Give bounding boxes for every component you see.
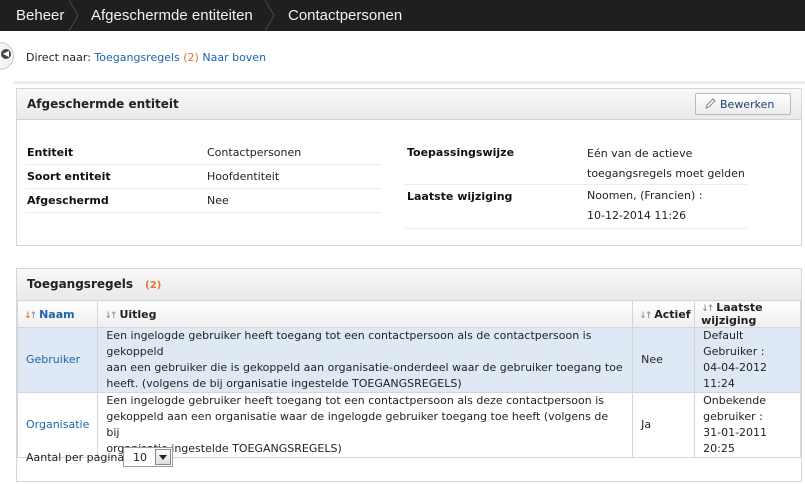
sidebar-toggle-button[interactable]: ◀ — [0, 42, 14, 70]
column-header-actief[interactable]: ↓↑ Actief — [632, 300, 696, 328]
rules-panel-count: (2) — [145, 280, 162, 291]
field-label-soort-entiteit: Soort entiteit — [27, 170, 111, 183]
breadcrumb-afgeschermde-entiteiten[interactable]: Afgeschermde entiteiten — [91, 0, 253, 31]
field-row-soort-entiteit: Soort entiteit Hoofdentiteit — [25, 165, 381, 189]
column-header-naam[interactable]: ↓↑ Naam — [16, 300, 99, 328]
dropdown-button[interactable] — [155, 449, 171, 465]
explanation-line: aan een gebruiker die is gekoppeld aan o… — [106, 361, 623, 374]
sort-arrows-icon: ↓↑ — [639, 310, 652, 321]
rule-link-gebruiker[interactable]: Gebruiker — [26, 353, 80, 366]
modified-line: 31-01-2011 20:25 — [703, 426, 768, 455]
modified-line: 04-04-2012 11:24 — [703, 361, 768, 390]
cell-actief: Nee — [632, 327, 696, 393]
direct-nav: Direct naar: Toegangsregels (2) Naar bov… — [26, 51, 266, 64]
field-row-laatste-wijziging: Laatste wijziging Noomen, (Francien) : 1… — [405, 185, 747, 229]
column-header-label: Uitleg — [119, 307, 157, 321]
cell-laatste-wijziging: Default Gebruiker : 04-04-2012 11:24 — [694, 327, 801, 393]
rules-panel-title: Toegangsregels (2) — [27, 277, 161, 291]
pencil-icon — [705, 98, 716, 109]
field-label-entiteit: Entiteit — [27, 146, 74, 159]
direct-nav-label: Direct naar: — [26, 51, 91, 64]
cell-naam: Organisatie — [16, 392, 99, 458]
field-value-entiteit: Contactpersonen — [207, 146, 302, 159]
field-row-toepassingswijze: Toepassingswijze Eén van de actieve toeg… — [405, 141, 747, 185]
modified-line: gebruiker : — [703, 410, 763, 423]
entity-panel-title: Afgeschermde entiteit — [27, 97, 179, 111]
cell-actief: Ja — [632, 392, 696, 458]
per-page-value: 10 — [133, 451, 147, 464]
field-row-afgeschermd: Afgeschermd Nee — [25, 189, 381, 213]
explanation-line: gekoppeld aan een organisatie waar de in… — [106, 410, 609, 439]
link-toegangsregels-count: (2) — [183, 51, 199, 64]
field-value-line: toegangsregels moet gelden — [587, 167, 745, 180]
explanation-line: heeft. (volgens de bij organisatie inges… — [106, 377, 462, 390]
per-page-select[interactable]: 10 — [123, 447, 173, 467]
modified-line: Default Gebruiker : — [703, 329, 765, 358]
field-label-toepassingswijze: Toepassingswijze — [407, 146, 515, 159]
rules-panel-title-text: Toegangsregels — [27, 277, 133, 291]
field-value-line: Noomen, (Francien) : — [587, 189, 703, 202]
explanation-line: Een ingelogde gebruiker heeft toegang to… — [106, 329, 592, 358]
field-label-laatste-wijziging: Laatste wijziging — [407, 190, 513, 203]
breadcrumb-contactpersonen: Contactpersonen — [288, 7, 403, 24]
chevron-down-icon — [159, 455, 167, 460]
top-breadcrumb-bar: Beheer Afgeschermde entiteiten Contactpe… — [0, 0, 805, 31]
rules-panel-header: Toegangsregels (2) — [17, 269, 801, 301]
cell-naam: Gebruiker — [16, 327, 99, 393]
column-header-laatste-wijziging[interactable]: ↓↑ Laatste wijziging — [694, 300, 801, 328]
sort-arrows-icon: ↓↑ — [701, 304, 714, 314]
header-divider — [14, 81, 805, 84]
rules-table: ↓↑ Naam ↓↑ Uitleg ↓↑ Actief ↓↑ Laatste wijzi… — [16, 300, 801, 458]
edit-button[interactable]: Bewerken — [695, 93, 791, 115]
entity-panel-header: Afgeschermde entiteit Bewerken — [17, 89, 801, 120]
edit-button-label: Bewerken — [720, 98, 775, 111]
entity-panel: Afgeschermde entiteit Bewerken Entiteit … — [16, 88, 802, 246]
explanation-line: Een ingelogde gebruiker heeft toegang to… — [106, 394, 605, 407]
explanation-line: organisatie ingestelde TOEGANGSREGELS) — [106, 442, 342, 455]
link-naar-boven[interactable]: Naar boven — [202, 51, 266, 64]
sort-arrows-icon: ↓↑ — [24, 310, 37, 321]
arrow-left-icon: ◀ — [1, 49, 11, 59]
field-value-laatste-wijziging: Noomen, (Francien) : 10-12-2014 11:26 — [587, 186, 703, 226]
breadcrumb-beheer[interactable]: Beheer — [16, 0, 64, 31]
rule-link-organisatie[interactable]: Organisatie — [26, 418, 89, 431]
link-toegangsregels[interactable]: Toegangsregels — [94, 51, 179, 64]
field-value-afgeschermd: Nee — [207, 194, 229, 207]
cell-uitleg: Een ingelogde gebruiker heeft toegang to… — [97, 392, 634, 458]
sort-arrows-icon: ↓↑ — [104, 310, 117, 321]
field-label-afgeschermd: Afgeschermd — [27, 194, 109, 207]
breadcrumb-separator-icon — [68, 0, 79, 31]
per-page-label: Aantal per pagina: — [26, 451, 128, 464]
breadcrumb-separator-icon — [264, 0, 275, 31]
field-value-line: 10-12-2014 11:26 — [587, 209, 687, 222]
field-value-soort-entiteit: Hoofdentiteit — [207, 170, 280, 183]
field-value-toepassingswijze: Eén van de actieve toegangsregels moet g… — [587, 144, 745, 184]
modified-line: Onbekende — [703, 394, 766, 407]
column-header-label: Actief — [654, 307, 691, 321]
column-header-uitleg[interactable]: ↓↑ Uitleg — [97, 300, 634, 328]
cell-uitleg: Een ingelogde gebruiker heeft toegang to… — [97, 327, 634, 393]
table-row[interactable]: Gebruiker Een ingelogde gebruiker heeft … — [16, 327, 801, 393]
field-row-entiteit: Entiteit Contactpersonen — [25, 141, 381, 165]
table-header-row: ↓↑ Naam ↓↑ Uitleg ↓↑ Actief ↓↑ Laatste wijzi… — [16, 300, 801, 328]
field-value-line: Eén van de actieve — [587, 147, 693, 160]
cell-laatste-wijziging: Onbekende gebruiker : 31-01-2011 20:25 — [694, 392, 801, 458]
column-header-label: Naam — [39, 307, 75, 321]
